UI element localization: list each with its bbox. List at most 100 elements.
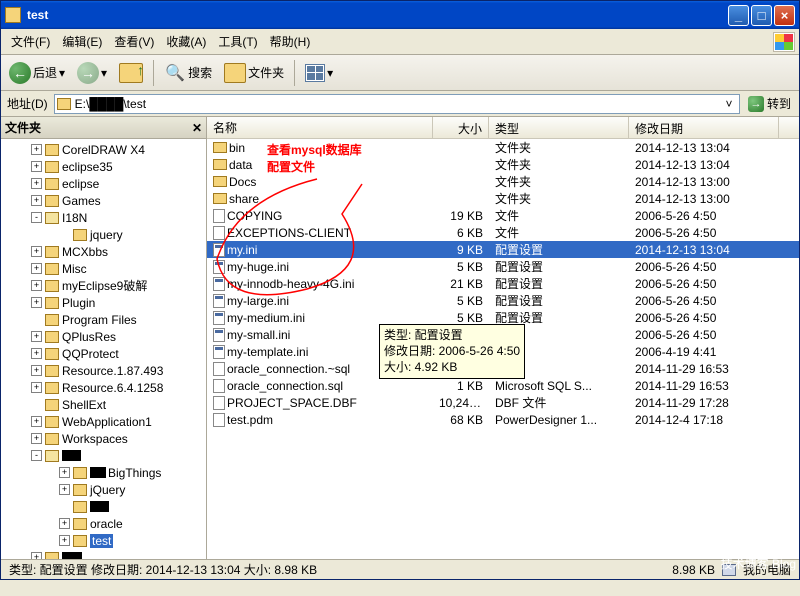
back-button[interactable]: ←后退 ▾	[5, 59, 69, 87]
file-size: 21 KB	[433, 277, 489, 291]
expand-icon[interactable]: +	[31, 178, 42, 189]
expand-icon[interactable]: +	[31, 348, 42, 359]
minimize-button[interactable]: _	[728, 5, 749, 26]
views-button[interactable]: ▾	[301, 59, 337, 87]
menu-edit[interactable]: 编辑(E)	[56, 31, 108, 52]
expand-icon[interactable]: +	[31, 416, 42, 427]
address-input[interactable]: E:\████\test ˅	[54, 94, 740, 114]
file-date: 2006-5-26 4:50	[629, 226, 779, 240]
file-row[interactable]: EXCEPTIONS-CLIENT6 KB文件2006-5-26 4:50	[207, 224, 799, 241]
expand-icon[interactable]: +	[31, 195, 42, 206]
window-titlebar[interactable]: test _ □ ×	[1, 1, 799, 29]
expand-icon[interactable]: +	[31, 161, 42, 172]
tree-item[interactable]: +.	[1, 549, 206, 559]
file-row[interactable]: data文件夹2014-12-13 13:04	[207, 156, 799, 173]
folder-tree[interactable]: +CorelDRAW X4+eclipse35+eclipse+Games - I1…	[1, 139, 206, 559]
tree-item[interactable]: .	[1, 498, 206, 515]
file-row[interactable]: share文件夹2014-12-13 13:00	[207, 190, 799, 207]
tree-item[interactable]: jquery	[1, 226, 206, 243]
file-row[interactable]: Docs文件夹2014-12-13 13:00	[207, 173, 799, 190]
menu-tools[interactable]: 工具(T)	[212, 31, 263, 52]
menu-view[interactable]: 查看(V)	[108, 31, 160, 52]
back-icon: ←	[9, 62, 31, 84]
file-size: 5 KB	[433, 311, 489, 325]
tree-item-label: I18N	[62, 211, 87, 225]
file-row[interactable]: my-huge.ini5 KB配置设置2006-5-26 4:50	[207, 258, 799, 275]
expand-icon[interactable]: +	[59, 535, 70, 546]
file-row[interactable]: bin文件夹2014-12-13 13:04	[207, 139, 799, 156]
menu-help[interactable]: 帮助(H)	[264, 31, 317, 52]
tree-item[interactable]: +WebApplication1	[1, 413, 206, 430]
menu-file[interactable]: 文件(F)	[5, 31, 56, 52]
expand-icon[interactable]: +	[31, 365, 42, 376]
tree-item[interactable]: -.	[1, 447, 206, 464]
file-type: 文件夹	[489, 156, 629, 173]
column-size[interactable]: 大小	[433, 117, 489, 138]
folders-button[interactable]: 文件夹	[220, 59, 288, 87]
forward-button[interactable]: →▾	[73, 59, 111, 87]
expand-icon[interactable]: +	[31, 382, 42, 393]
expand-icon[interactable]: +	[59, 484, 70, 495]
sql-icon	[213, 362, 225, 376]
dbf-icon	[213, 396, 225, 410]
file-date: 2014-12-13 13:04	[629, 141, 779, 155]
file-row[interactable]: COPYING19 KB文件2006-5-26 4:50	[207, 207, 799, 224]
expand-icon[interactable]: +	[31, 280, 42, 291]
expand-icon[interactable]: -	[31, 450, 42, 461]
status-location: 我的电脑	[739, 561, 795, 578]
tree-item-label: jquery	[90, 228, 123, 242]
tree-item[interactable]: +myEclipse9破解	[1, 277, 206, 294]
column-date[interactable]: 修改日期	[629, 117, 779, 138]
file-list[interactable]: 查看mysql数据库 配置文件 类型: 配置设置 修改日期: 2006-5-26…	[207, 139, 799, 559]
tree-item[interactable]: +Workspaces	[1, 430, 206, 447]
expand-icon[interactable]: +	[31, 246, 42, 257]
tree-item[interactable]: +Games	[1, 192, 206, 209]
file-row[interactable]: my-large.ini5 KB配置设置2006-5-26 4:50	[207, 292, 799, 309]
expand-icon[interactable]: +	[31, 144, 42, 155]
search-button[interactable]: 🔍搜索	[160, 59, 216, 87]
file-row[interactable]: oracle_connection.sql1 KBMicrosoft SQL S…	[207, 377, 799, 394]
tree-item[interactable]: +Resource.6.4.1258	[1, 379, 206, 396]
up-button[interactable]	[115, 59, 147, 87]
tree-item[interactable]: Program Files	[1, 311, 206, 328]
expand-icon[interactable]: +	[31, 552, 42, 559]
maximize-button[interactable]: □	[751, 5, 772, 26]
menu-favorites[interactable]: 收藏(A)	[160, 31, 212, 52]
folder-icon	[45, 178, 59, 190]
expand-icon[interactable]: -	[31, 212, 42, 223]
tree-item[interactable]: +oracle	[1, 515, 206, 532]
tree-item[interactable]: - I18N	[1, 209, 206, 226]
file-row[interactable]: PROJECT_SPACE.DBF10,248 KBDBF 文件2014-11-…	[207, 394, 799, 411]
tree-item[interactable]: +eclipse35	[1, 158, 206, 175]
column-name[interactable]: 名称	[207, 117, 433, 138]
expand-icon[interactable]: +	[59, 467, 70, 478]
column-type[interactable]: 类型	[489, 117, 629, 138]
go-button[interactable]: → 转到	[744, 94, 795, 114]
tree-item[interactable]: +Plugin	[1, 294, 206, 311]
expand-icon[interactable]: +	[31, 331, 42, 342]
tree-item[interactable]: +Resource.1.87.493	[1, 362, 206, 379]
chevron-down-icon[interactable]: ˅	[721, 97, 737, 111]
close-panel-button[interactable]: ✕	[192, 121, 202, 135]
expand-icon[interactable]: +	[31, 297, 42, 308]
tree-item[interactable]: +QPlusRes	[1, 328, 206, 345]
folder-icon	[224, 63, 246, 83]
tree-item[interactable]: +jQuery	[1, 481, 206, 498]
file-row[interactable]: my.ini9 KB配置设置2014-12-13 13:04	[207, 241, 799, 258]
file-row[interactable]: test.pdm68 KBPowerDesigner 1...2014-12-4…	[207, 411, 799, 428]
file-row[interactable]: my-innodb-heavy-4G.ini21 KB配置设置2006-5-26…	[207, 275, 799, 292]
expand-icon[interactable]: +	[31, 263, 42, 274]
expand-icon[interactable]: +	[31, 433, 42, 444]
expand-icon[interactable]: +	[59, 518, 70, 529]
file-name: bin	[229, 141, 245, 155]
tree-item[interactable]: +MCXbbs	[1, 243, 206, 260]
tree-item[interactable]: +CorelDRAW X4	[1, 141, 206, 158]
tree-item[interactable]: ShellExt	[1, 396, 206, 413]
tree-item[interactable]: +eclipse	[1, 175, 206, 192]
tree-item[interactable]: +test	[1, 532, 206, 549]
tree-item[interactable]: +Misc	[1, 260, 206, 277]
tree-item[interactable]: +QQProtect	[1, 345, 206, 362]
close-button[interactable]: ×	[774, 5, 795, 26]
tree-item[interactable]: +.BigThings	[1, 464, 206, 481]
tooltip: 类型: 配置设置 修改日期: 2006-5-26 4:50 大小: 4.92 K…	[379, 324, 525, 379]
